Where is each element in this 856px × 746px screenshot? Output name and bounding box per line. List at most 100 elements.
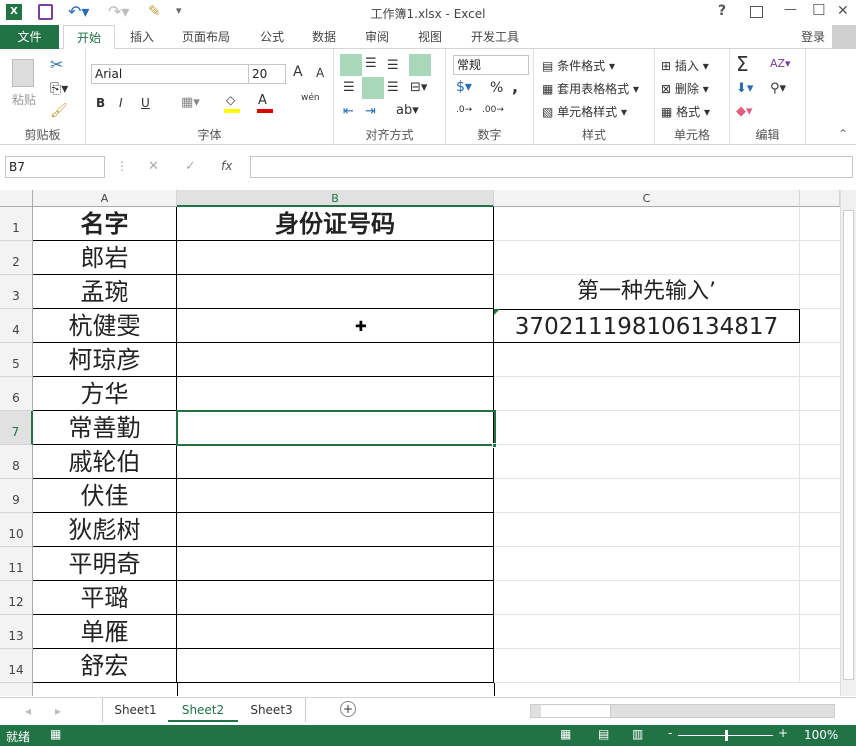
tab-view[interactable]: 视图 <box>408 25 452 49</box>
cell-c3[interactable]: 第一种先输入’ <box>494 275 800 309</box>
font-name-select[interactable]: Arial <box>91 64 251 84</box>
row-header[interactable]: 11 <box>0 547 33 581</box>
cell-a3[interactable]: 孟琬 <box>33 275 177 309</box>
cell-a4[interactable]: 杭健雯 <box>33 309 177 343</box>
orientation-button[interactable]: ab▾ <box>396 103 419 118</box>
format-cells-button[interactable]: ▦ 格式 ▾ <box>661 103 710 120</box>
sheet-tab-sheet2[interactable]: Sheet2 <box>168 698 238 722</box>
cell-d2[interactable] <box>800 241 840 275</box>
minimize-button[interactable]: — <box>784 2 797 17</box>
close-button[interactable]: ✕ <box>837 3 849 19</box>
font-size-select[interactable]: 20 <box>248 64 286 84</box>
cell-b1[interactable]: 身份证号码 <box>177 207 494 241</box>
tab-insert[interactable]: 插入 <box>120 25 164 49</box>
cell-d7[interactable] <box>800 411 840 445</box>
next-sheet-icon[interactable]: ▸ <box>55 704 61 718</box>
enter-icon[interactable]: ✓ <box>185 159 196 174</box>
cell-a1[interactable]: 名字 <box>33 207 177 241</box>
error-indicator-icon[interactable] <box>494 309 500 315</box>
sheet-tab-sheet3[interactable]: Sheet3 <box>238 698 306 722</box>
fill-bucket-icon[interactable]: ◇ <box>226 93 235 107</box>
cell-d4[interactable] <box>800 309 840 343</box>
align-right-button[interactable]: ☰ <box>387 80 399 95</box>
cell-d6[interactable] <box>800 377 840 411</box>
row-header[interactable]: 2 <box>0 241 33 275</box>
cell-c6[interactable] <box>494 377 800 411</box>
merge-center-button[interactable]: ⊟▾ <box>410 80 427 95</box>
fill-color-icon[interactable] <box>224 109 240 113</box>
cell-b10[interactable] <box>177 513 494 547</box>
bold-button[interactable]: B <box>96 96 105 110</box>
row-header[interactable]: 9 <box>0 479 33 513</box>
row-header[interactable]: 5 <box>0 343 33 377</box>
row-header[interactable]: 3 <box>0 275 33 309</box>
row-header[interactable]: 14 <box>0 649 33 683</box>
help-icon[interactable]: ? <box>718 3 726 19</box>
cell-styles-button[interactable]: ▧ 单元格样式 ▾ <box>542 103 627 120</box>
page-break-view-icon[interactable]: ▥ <box>632 727 643 741</box>
cell-b4[interactable] <box>177 309 494 343</box>
cell-b13[interactable] <box>177 615 494 649</box>
cell-d8[interactable] <box>800 445 840 479</box>
accounting-format-icon[interactable]: $▾ <box>456 79 472 95</box>
maximize-button[interactable]: ☐ <box>812 1 825 19</box>
row-header[interactable]: 12 <box>0 581 33 615</box>
number-format-select[interactable]: 常规 <box>453 55 529 75</box>
cell-a14[interactable]: 舒宏 <box>33 649 177 683</box>
cell-c14[interactable] <box>494 649 800 683</box>
tab-home[interactable]: 开始 <box>63 25 115 50</box>
tab-developer[interactable]: 开发工具 <box>463 25 527 49</box>
format-as-table-button[interactable]: ▦ 套用表格格式 ▾ <box>542 80 639 97</box>
row-header[interactable] <box>0 683 33 696</box>
cell-d3[interactable] <box>800 275 840 309</box>
select-all-button[interactable] <box>0 190 33 207</box>
vertical-scroll-thumb[interactable] <box>843 210 854 680</box>
tab-review[interactable]: 审阅 <box>355 25 399 49</box>
row-header[interactable]: 6 <box>0 377 33 411</box>
percent-button[interactable]: % <box>490 80 503 96</box>
zoom-slider-thumb[interactable] <box>724 730 728 741</box>
cell-a12[interactable]: 平璐 <box>33 581 177 615</box>
increase-indent-button[interactable]: ⇥ <box>365 104 376 119</box>
cell-d13[interactable] <box>800 615 840 649</box>
column-header-d[interactable] <box>800 190 840 207</box>
comma-button[interactable]: , <box>512 77 518 96</box>
italic-button[interactable]: I <box>119 96 123 110</box>
avatar[interactable] <box>832 25 856 49</box>
row-header[interactable]: 7 <box>0 411 33 445</box>
cell-a9[interactable]: 伏佳 <box>33 479 177 513</box>
paste-button[interactable]: 粘贴 <box>12 91 36 108</box>
normal-view-icon[interactable]: ▦ <box>560 727 571 741</box>
tab-formulas[interactable]: 公式 <box>250 25 294 49</box>
cell-c1[interactable] <box>494 207 800 241</box>
row-header[interactable]: 13 <box>0 615 33 649</box>
cell-d5[interactable] <box>800 343 840 377</box>
sheet-tab-sheet1[interactable]: Sheet1 <box>102 698 168 722</box>
copy-icon[interactable]: ⎘▾ <box>50 81 68 97</box>
clear-icon[interactable]: ◆▾ <box>736 104 753 119</box>
horizontal-scroll-thumb[interactable] <box>541 705 611 717</box>
insert-function-button[interactable]: fx <box>221 159 232 173</box>
cell-a2[interactable]: 郎岩 <box>33 241 177 275</box>
cancel-icon[interactable]: ✕ <box>148 159 159 174</box>
row-header[interactable]: 1 <box>0 207 33 241</box>
cell-c11[interactable] <box>494 547 800 581</box>
cell-c10[interactable] <box>494 513 800 547</box>
cell-a7[interactable]: 常善勤 <box>33 411 177 445</box>
cell-c9[interactable] <box>494 479 800 513</box>
cell-c2[interactable] <box>494 241 800 275</box>
row-header[interactable]: 10 <box>0 513 33 547</box>
shrink-font-icon[interactable]: A <box>316 66 324 80</box>
cut-icon[interactable]: ✂ <box>50 55 63 74</box>
insert-cells-button[interactable]: ⊞ 插入 ▾ <box>661 57 709 74</box>
tab-file[interactable]: 文件 <box>0 25 59 49</box>
column-header-c[interactable]: C <box>494 190 800 207</box>
cell-c8[interactable] <box>494 445 800 479</box>
center-button[interactable] <box>362 77 384 99</box>
cell-d14[interactable] <box>800 649 840 683</box>
add-sheet-button[interactable]: + <box>340 701 356 717</box>
cell-a13[interactable]: 单雁 <box>33 615 177 649</box>
decrease-decimal-button[interactable]: .00→ <box>482 105 504 115</box>
borders-icon[interactable]: ▦▾ <box>181 95 200 110</box>
page-layout-view-icon[interactable]: ▤ <box>598 727 609 741</box>
